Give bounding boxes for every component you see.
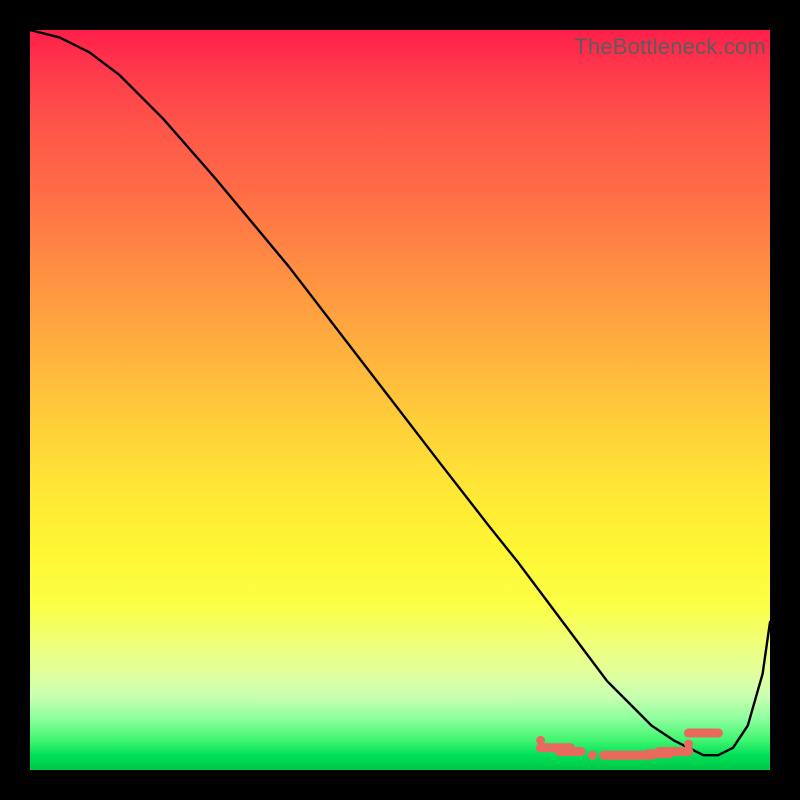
bottleneck-curve (30, 30, 770, 755)
marker-dot (684, 740, 693, 749)
watermark-text: TheBottleneck.com (574, 34, 766, 60)
chart-svg (30, 30, 770, 770)
curve-markers (536, 733, 718, 760)
chart-frame: TheBottleneck.com (30, 30, 770, 770)
marker-dot (588, 751, 597, 760)
